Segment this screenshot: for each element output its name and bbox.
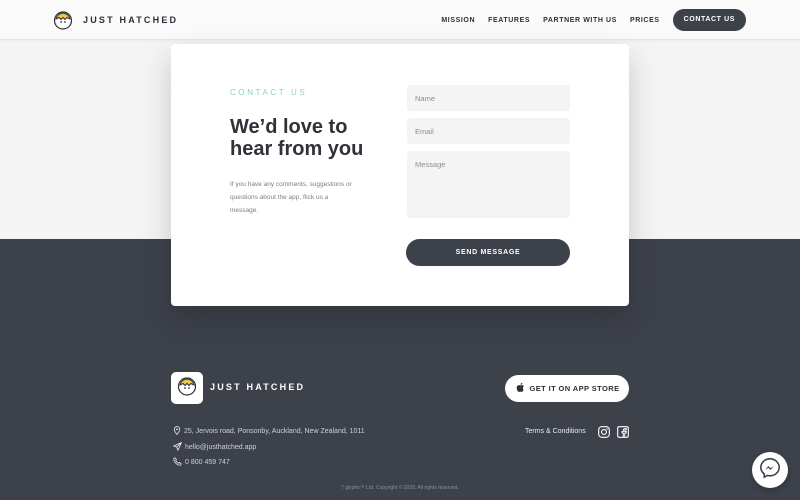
brand-logo[interactable]: JUST HATCHED — [53, 10, 178, 30]
terms-link[interactable]: Terms & Conditions — [525, 428, 586, 435]
email-text: hello@justhatched.app — [185, 444, 257, 451]
message-field[interactable] — [407, 151, 570, 218]
address-text: 25, Jervois road, Ponsonby, Auckland, Ne… — [184, 428, 365, 435]
site-header: JUST HATCHED MISSION FEATURES PARTNER WI… — [0, 0, 800, 40]
contact-card: CONTACT US We’d love to hear from you If… — [171, 44, 629, 306]
nav-item-mission[interactable]: MISSION — [441, 17, 475, 24]
messenger-icon — [759, 457, 781, 484]
map-pin-icon — [173, 426, 184, 437]
footer-address: 25, Jervois road, Ponsonby, Auckland, Ne… — [173, 426, 365, 437]
send-icon — [173, 442, 185, 453]
phone-text: 0 800 459 747 — [185, 459, 230, 466]
apple-icon — [515, 381, 525, 396]
copyright-text: 7 glyphs™ Ltd. Copyright © 2020. All rig… — [341, 485, 459, 491]
phone-icon — [173, 457, 185, 468]
hatched-egg-icon — [53, 10, 73, 30]
hatched-egg-icon — [177, 376, 197, 401]
contact-description: If you have any comments, suggestions or… — [230, 181, 352, 214]
footer-logo[interactable] — [171, 372, 203, 404]
nav-item-prices[interactable]: PRICES — [630, 17, 660, 24]
brand-name: JUST HATCHED — [83, 15, 179, 25]
nav-item-features[interactable]: FEATURES — [488, 17, 530, 24]
app-store-button[interactable]: GET IT ON APP STORE — [505, 375, 629, 402]
contact-headline: We’d love to hear from you — [230, 116, 364, 160]
contact-us-button[interactable]: CONTACT US — [672, 9, 746, 31]
main-nav: MISSION FEATURES PARTNER WITH US PRICES … — [428, 9, 746, 31]
facebook-icon[interactable] — [617, 425, 629, 438]
name-field[interactable] — [407, 85, 570, 111]
footer-phone[interactable]: 0 800 459 747 — [173, 457, 230, 468]
section-eyebrow: CONTACT US — [230, 88, 308, 97]
app-store-label: GET IT ON APP STORE — [529, 384, 620, 393]
footer-email[interactable]: hello@justhatched.app — [173, 442, 256, 453]
instagram-icon[interactable] — [598, 425, 610, 438]
send-message-button[interactable]: SEND MESSAGE — [406, 239, 570, 266]
nav-item-partner[interactable]: PARTNER WITH US — [543, 17, 617, 24]
email-field[interactable] — [407, 118, 570, 144]
messenger-chat-button[interactable] — [752, 452, 788, 488]
footer-brand-name: JUST HATCHED — [210, 382, 306, 392]
